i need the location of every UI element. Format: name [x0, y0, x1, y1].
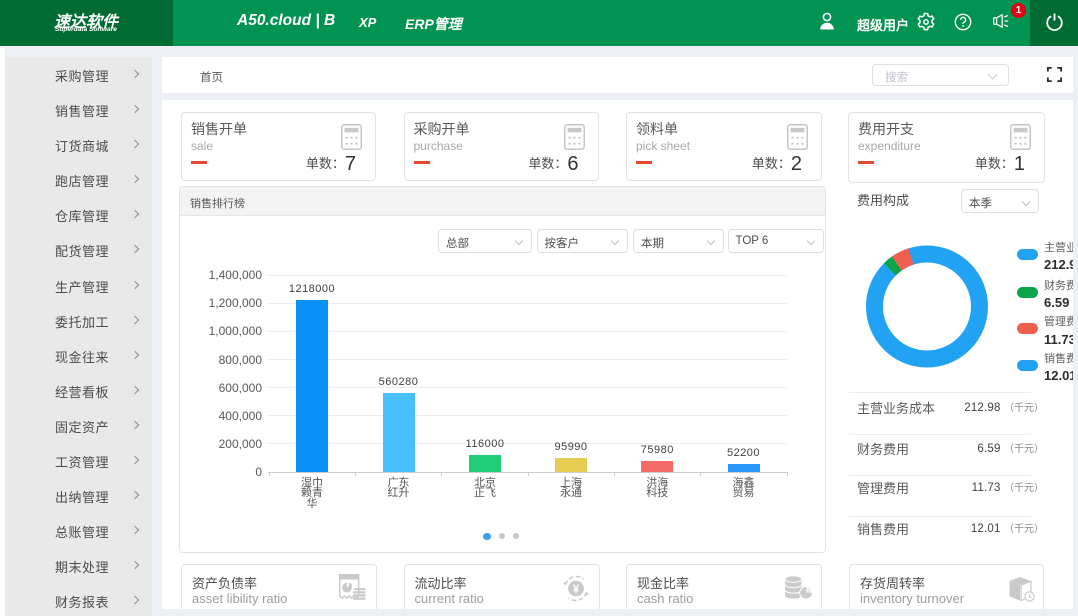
svg-text:¥: ¥ [573, 584, 580, 596]
